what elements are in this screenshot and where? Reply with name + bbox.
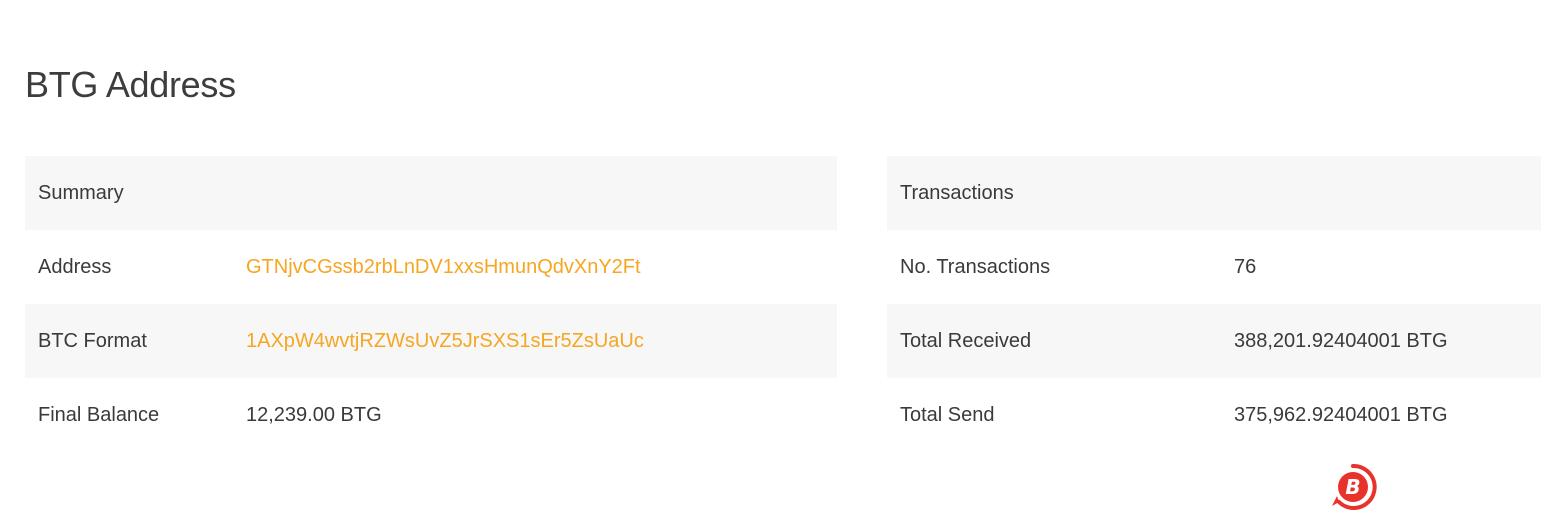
summary-panel: Summary Address GTNjvCGssb2rbLnDV1xxsHmu… [25,156,837,452]
transactions-header-row: Transactions [887,156,1541,230]
no-transactions-value: 76 [1234,255,1257,278]
address-link[interactable]: GTNjvCGssb2rbLnDV1xxsHmunQdvXnY2Ft [246,256,641,279]
btc-format-link[interactable]: 1AXpW4wvtjRZWsUvZ5JrSXS1sEr5ZsUaUc [246,330,644,353]
final-balance-value: 12,239.00 BTG [246,403,382,426]
summary-row-address: Address GTNjvCGssb2rbLnDV1xxsHmunQdvXnY2… [25,230,837,304]
summary-header-row: Summary [25,156,837,230]
summary-header: Summary [38,181,124,204]
bitcoin-logo-icon: B [1328,462,1378,512]
svg-text:B: B [1345,475,1360,499]
transactions-row-count: No. Transactions 76 [887,230,1541,304]
total-send-label: Total Send [900,403,995,426]
total-received-value: 388,201.92404001 BTG [1234,329,1448,352]
page-title: BTG Address [25,64,236,105]
summary-row-btc-format: BTC Format 1AXpW4wvtjRZWsUvZ5JrSXS1sEr5Z… [25,304,837,378]
no-transactions-label: No. Transactions [900,255,1051,278]
btc-format-label: BTC Format [38,329,147,352]
transactions-header: Transactions [900,181,1014,204]
transactions-row-total-send: Total Send 375,962.92404001 BTG [887,378,1541,452]
summary-row-final-balance: Final Balance 12,239.00 BTG [25,378,837,452]
transactions-panel: Transactions No. Transactions 76 Total R… [887,156,1541,452]
address-label: Address [38,255,112,278]
transactions-row-total-received: Total Received 388,201.92404001 BTG [887,304,1541,378]
total-received-label: Total Received [900,329,1032,352]
final-balance-label: Final Balance [38,403,160,426]
total-send-value: 375,962.92404001 BTG [1234,403,1448,426]
